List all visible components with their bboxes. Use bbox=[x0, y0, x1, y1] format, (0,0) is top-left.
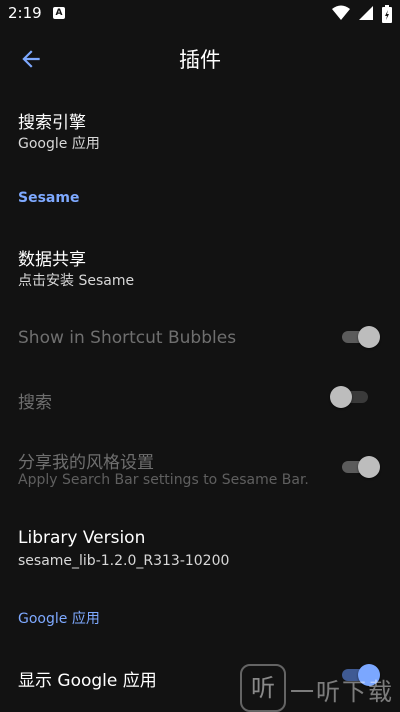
pref-summary: sesame_lib-1.2.0_R313-10200 bbox=[18, 553, 230, 569]
watermark-text: 一听下载 bbox=[290, 678, 394, 706]
pref-share-style[interactable]: 分享我的风格设置 Apply Search Bar settings to Se… bbox=[0, 440, 400, 496]
pref-data-sharing[interactable]: 数据共享 点击安装 Sesame bbox=[0, 237, 400, 297]
pref-summary: 点击安装 Sesame bbox=[18, 273, 135, 289]
signal-icon bbox=[358, 6, 373, 20]
pref-search-engine[interactable]: 搜索引擎 Google 应用 bbox=[0, 100, 400, 160]
watermark: 听 一听下载 bbox=[240, 664, 400, 712]
pref-library-version: Library Version sesame_lib-1.2.0_R313-10… bbox=[0, 520, 400, 576]
notification-badge: A bbox=[53, 7, 65, 19]
pref-summary: Google 应用 bbox=[18, 136, 100, 152]
pref-title: 搜索引擎 bbox=[18, 113, 86, 133]
section-header-sesame: Sesame bbox=[0, 188, 400, 212]
shortcut-bubbles-toggle[interactable] bbox=[338, 324, 380, 350]
system-icons bbox=[328, 5, 392, 23]
battery-icon bbox=[382, 5, 392, 23]
status-bar: 2:19 A bbox=[0, 0, 400, 28]
switch-thumb bbox=[358, 326, 380, 348]
pref-title: 显示 Google 应用 bbox=[18, 671, 157, 691]
section-title: Google 应用 bbox=[18, 611, 100, 627]
status-time: 2:19 bbox=[8, 4, 42, 22]
switch-thumb bbox=[358, 456, 380, 478]
app-bar: 插件 bbox=[0, 30, 400, 88]
page-title: 插件 bbox=[179, 48, 221, 72]
search-toggle[interactable] bbox=[330, 384, 372, 410]
pref-title: 搜索 bbox=[18, 393, 52, 413]
pref-summary: Apply Search Bar settings to Sesame Bar. bbox=[18, 472, 309, 488]
section-header-google: Google 应用 bbox=[0, 606, 400, 630]
pref-shortcut-bubbles[interactable]: Show in Shortcut Bubbles bbox=[0, 318, 400, 358]
section-title: Sesame bbox=[18, 190, 80, 206]
pref-title: 数据共享 bbox=[18, 250, 86, 270]
share-style-toggle[interactable] bbox=[338, 454, 380, 480]
pref-title: Show in Shortcut Bubbles bbox=[18, 328, 237, 348]
switch-thumb bbox=[330, 386, 352, 408]
watermark-logo: 听 bbox=[240, 664, 286, 712]
pref-title: 分享我的风格设置 bbox=[18, 453, 154, 473]
wifi-icon bbox=[331, 5, 350, 20]
pref-title: Library Version bbox=[18, 528, 146, 548]
pref-search[interactable]: 搜索 bbox=[0, 378, 400, 418]
